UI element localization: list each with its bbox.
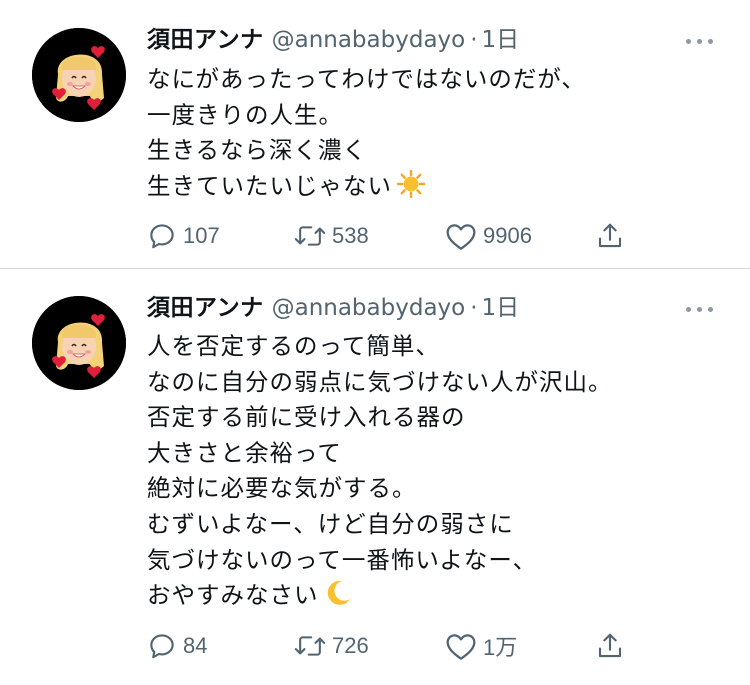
share-button[interactable] [595, 221, 625, 251]
tweet-line: むずいよなー、けど自分の弱さに [147, 509, 514, 538]
author-name[interactable]: 須田アンナ [147, 295, 264, 321]
avatar[interactable] [32, 28, 126, 122]
more-options-icon[interactable] [686, 37, 716, 47]
reply-icon [150, 634, 174, 659]
reply-button[interactable]: 107 [147, 221, 220, 251]
reply-button[interactable]: 84 [147, 631, 207, 661]
share-button[interactable] [595, 631, 625, 661]
tweet-line: 気づけないのって一番怖いよなー、 [147, 545, 538, 574]
like-button[interactable]: 9906 [445, 221, 532, 251]
retweet-button[interactable]: 726 [294, 631, 369, 661]
author-name[interactable]: 須田アンナ [147, 27, 264, 53]
tweet-line: なのに自分の弱点に気づけない人が沢山。 [147, 367, 613, 396]
separator-dot: · [470, 295, 478, 321]
tweet-line: 人を否定するのって簡単、 [147, 332, 440, 360]
like-count: 9906 [483, 223, 532, 248]
tweet-time[interactable]: 1日 [482, 295, 520, 321]
reply-count: 84 [183, 633, 208, 658]
reply-icon [150, 224, 174, 249]
avatar-memoji-icon [32, 296, 126, 390]
tweet-line: 生きていたいじゃない [147, 171, 392, 200]
tweet-line: おやすみなさい [147, 581, 319, 610]
tweet-line: 絶対に必要な気がする。 [147, 474, 417, 503]
like-count: 1万 [483, 635, 518, 660]
tweet-2[interactable]: 須田アンナ @annababydayo · 1日 人を否定するのって簡単、 なのに自分… [0, 269, 750, 685]
tweet-header: 須田アンナ @annababydayo · 1日 [147, 25, 519, 55]
share-icon [598, 223, 622, 248]
tweet-line: 否定する前に受け入れる器の [147, 403, 466, 432]
retweet-button[interactable]: 538 [294, 221, 369, 251]
tweet-line: 大きさと余裕って [147, 438, 342, 467]
heart-icon [446, 634, 476, 660]
tweet-text: 人を否定するのって簡単、 なのに自分の弱点に気づけない人が沢山。 否定する前に受… [147, 329, 613, 619]
separator-dot: · [470, 27, 478, 53]
author-handle[interactable]: @annababydayo [272, 295, 466, 321]
tweet-actions: 84 726 1万 [147, 631, 627, 661]
avatar[interactable] [32, 296, 126, 390]
reply-count: 107 [183, 223, 220, 248]
author-handle[interactable]: @annababydayo [272, 27, 466, 53]
share-icon [598, 633, 622, 658]
tweet-line: なにがあったってわけではないのだが、 [147, 65, 586, 93]
retweet-icon [294, 636, 326, 656]
tweet-actions: 107 538 9906 [147, 221, 627, 251]
crescent-moon-emoji-icon [323, 578, 353, 619]
tweet-header: 須田アンナ @annababydayo · 1日 [147, 293, 519, 323]
retweet-icon [294, 226, 326, 246]
sun-emoji-icon [396, 169, 426, 210]
retweet-count: 538 [332, 223, 369, 248]
tweet-line: 生きるなら深く濃く [147, 136, 368, 165]
retweet-count: 726 [332, 633, 369, 658]
tweet-text: なにがあったってわけではないのだが、 一度きりの人生。 生きるなら深く濃く 生き… [147, 62, 586, 209]
tweet-1[interactable]: 須田アンナ @annababydayo · 1日 なにがあったってわけではないのだが、… [0, 0, 750, 268]
heart-icon [446, 224, 476, 250]
avatar-memoji-icon [32, 28, 126, 122]
like-button[interactable]: 1万 [445, 631, 517, 661]
tweet-line: 一度きりの人生。 [147, 100, 343, 129]
more-options-icon[interactable] [686, 305, 716, 315]
tweet-time[interactable]: 1日 [482, 27, 520, 53]
